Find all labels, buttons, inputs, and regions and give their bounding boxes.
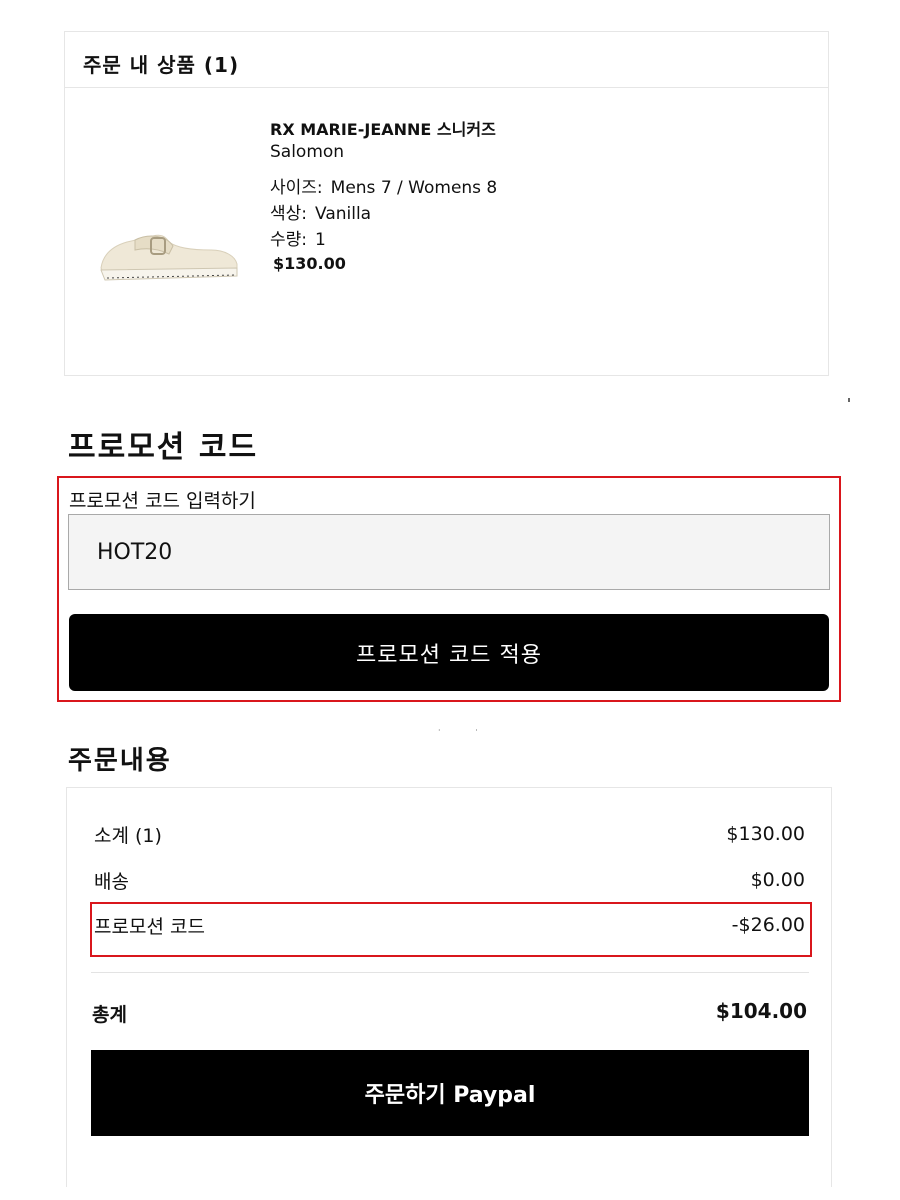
color-value: Vanilla: [315, 204, 372, 224]
promo-discount-label: 프로모션 코드: [94, 916, 205, 938]
subtotal-label: 소계 (1): [94, 825, 162, 847]
product-size: 사이즈: Mens 7 / Womens 8: [270, 173, 497, 198]
quantity-label: 수량:: [270, 230, 308, 250]
total-value: $104.00: [715, 999, 807, 1023]
apply-promo-button[interactable]: 프로모션 코드 적용: [69, 614, 829, 691]
order-summary-heading: 주문내용: [68, 746, 172, 776]
promo-heading: 프로모션 코드: [68, 430, 259, 465]
product-price: $130.00: [273, 254, 346, 273]
promo-code-form: 프로모션 코드 입력하기 프로모션 코드 적용: [57, 476, 841, 702]
order-items-header: 주문 내 상품 (1): [65, 32, 828, 88]
promo-discount-value: -$26.00: [731, 914, 805, 936]
order-summary-card: 소계 (1) $130.00 배송 $0.00 프로모션 코드 -$26.00 …: [66, 787, 832, 1187]
product-quantity: 수량: 1: [270, 225, 326, 250]
product-color: 색상: Vanilla: [270, 199, 371, 224]
shipping-label: 배송: [94, 871, 129, 893]
shipping-value: $0.00: [750, 869, 805, 891]
quantity-value: 1: [315, 230, 326, 250]
order-items-card: 주문 내 상품 (1) RX MARIE-JEANNE 스니커즈 Salomon…: [64, 31, 829, 376]
sneaker-image[interactable]: [95, 224, 240, 284]
size-value: Mens 7 / Womens 8: [330, 178, 498, 198]
product-name[interactable]: RX MARIE-JEANNE 스니커즈: [270, 116, 496, 140]
separator-dots: · ·: [438, 726, 494, 735]
summary-divider: [91, 972, 809, 973]
total-label: 총계: [92, 1004, 127, 1026]
subtotal-value: $130.00: [726, 823, 805, 845]
divider-mark: [848, 398, 850, 402]
product-brand: Salomon: [270, 142, 345, 162]
promo-code-input[interactable]: [68, 514, 830, 590]
color-label: 색상:: [270, 204, 308, 224]
size-label: 사이즈:: [270, 178, 323, 198]
order-items-title: 주문 내 상품 (1): [83, 53, 240, 77]
checkout-paypal-button[interactable]: 주문하기 Paypal: [91, 1050, 809, 1136]
promo-input-label: 프로모션 코드 입력하기: [69, 490, 256, 512]
